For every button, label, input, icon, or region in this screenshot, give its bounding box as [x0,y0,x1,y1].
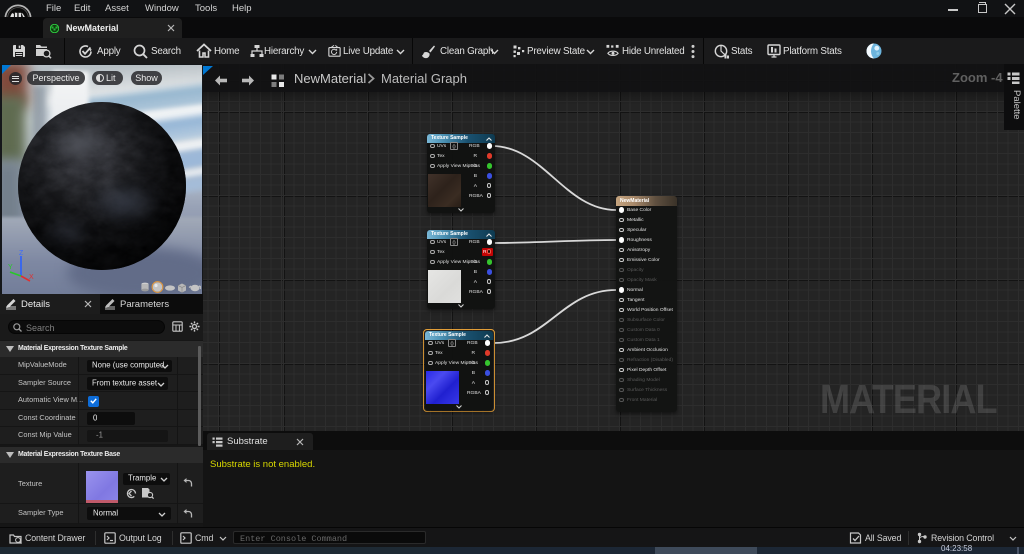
svg-text:X: X [29,274,34,281]
svg-text:Y: Y [8,264,13,271]
svg-text:Z: Z [19,250,24,257]
